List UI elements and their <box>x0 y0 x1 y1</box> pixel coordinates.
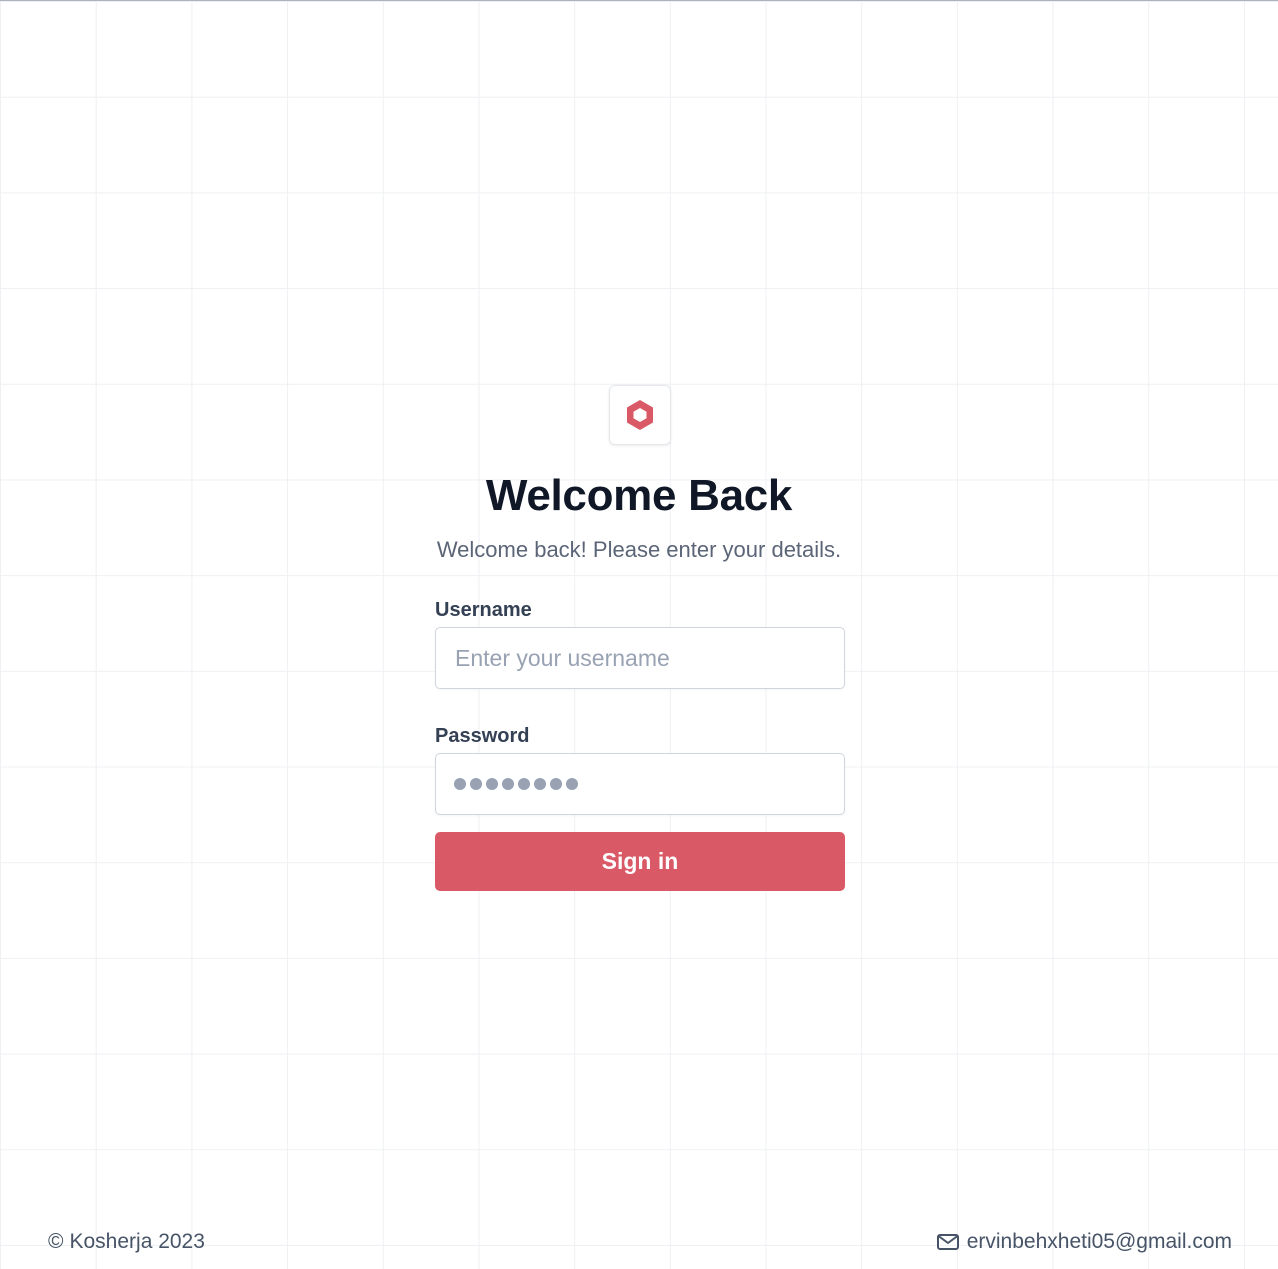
password-input[interactable] <box>435 753 845 815</box>
contact-email[interactable]: ervinbehxheti05@gmail.com <box>936 1230 1232 1254</box>
logo <box>609 385 671 445</box>
username-label: Username <box>435 599 532 621</box>
hexagon-icon <box>627 400 653 430</box>
password-field-group: Password <box>435 725 845 815</box>
copyright-symbol: © <box>48 1230 64 1253</box>
login-page: Welcome Back Welcome back! Please enter … <box>0 0 1278 1269</box>
password-wrapper <box>435 753 845 815</box>
copyright: © Kosherja 2023 <box>48 1230 205 1254</box>
email-text[interactable]: ervinbehxheti05@gmail.com <box>967 1230 1232 1254</box>
mail-icon <box>936 1234 959 1250</box>
page-title: Welcome Back <box>485 471 793 520</box>
password-label: Password <box>435 725 530 747</box>
page-subtitle: Welcome back! Please enter your details. <box>436 537 842 562</box>
username-input[interactable] <box>435 627 845 689</box>
sign-in-button[interactable]: Sign in <box>435 832 845 891</box>
username-field-group: Username <box>435 599 845 689</box>
login-form: Username Password <box>435 599 845 815</box>
copyright-text: Kosherja 2023 <box>69 1230 205 1253</box>
